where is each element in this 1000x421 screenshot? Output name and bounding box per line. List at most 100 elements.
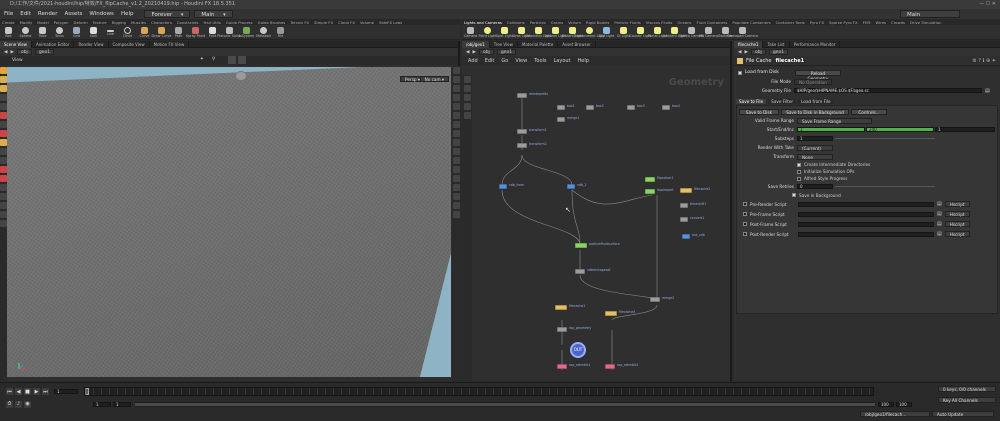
timeline-ruler[interactable] <box>84 387 874 396</box>
shelf-tab[interactable]: Particle Fluids <box>614 20 640 25</box>
node-vdb-from[interactable] <box>499 184 507 189</box>
pre-render-checkbox[interactable] <box>743 202 747 206</box>
tool-curve[interactable]: Curve <box>136 27 153 38</box>
ghost-tool-icon[interactable] <box>0 202 7 209</box>
post-render-input[interactable] <box>798 231 934 237</box>
tab-scene-view[interactable]: Scene View <box>0 40 32 48</box>
curve-tool-icon[interactable] <box>0 193 7 200</box>
node-out-vdb[interactable] <box>682 234 690 239</box>
path-obj[interactable]: obj <box>16 49 32 55</box>
back-icon[interactable]: ◀ <box>466 50 469 55</box>
step-back-icon[interactable]: ◀ <box>15 388 22 395</box>
jump-start-icon[interactable]: ⏮ <box>6 388 13 395</box>
3d-viewport[interactable]: Persp ▾ No cam ▾ <box>7 67 451 377</box>
path-geo1[interactable]: geo1 <box>34 49 55 55</box>
script-browse-icon[interactable]: ▤ <box>937 221 942 227</box>
forward-icon[interactable]: ▶ <box>10 50 13 55</box>
node-filecache3[interactable] <box>605 311 617 316</box>
tool-tube[interactable]: Tube <box>34 27 51 38</box>
network-graph[interactable] <box>472 75 730 379</box>
range-start2-input[interactable]: 1 <box>113 401 131 407</box>
tab-take-list[interactable]: Take List <box>763 40 790 48</box>
snap-icon[interactable]: ✦ <box>200 57 204 62</box>
create-dirs-checkbox[interactable] <box>797 162 801 167</box>
shelf-tab[interactable]: Modify <box>20 20 33 25</box>
post-render-lang[interactable]: Hscript <box>944 231 970 237</box>
tab-composite-view[interactable]: Composite View <box>109 40 150 48</box>
node-deleteprefix[interactable] <box>517 93 527 98</box>
scale-tool-icon[interactable] <box>0 94 7 101</box>
back-icon[interactable]: ◀ <box>738 50 741 55</box>
tool-env-light[interactable]: Environment Light <box>574 27 605 38</box>
node-filecache1[interactable] <box>555 305 567 310</box>
pre-render-lang[interactable]: Hscript <box>944 201 970 207</box>
save-background-button[interactable]: Save to Disk in Background <box>781 108 849 115</box>
tool-file[interactable]: File <box>272 27 289 38</box>
shelf-tab[interactable]: Vellum <box>568 20 581 25</box>
node-transform1[interactable] <box>517 129 527 134</box>
shelf-tab[interactable]: Create <box>2 20 15 25</box>
path-geo1[interactable]: geo1 <box>768 49 789 55</box>
net-menu-add[interactable]: Add <box>468 58 478 64</box>
path-geo1[interactable]: geo1 <box>496 49 517 55</box>
menu-edit[interactable]: Edit <box>20 11 31 17</box>
net-menu-tools[interactable]: Tools <box>534 58 546 64</box>
node-box4[interactable] <box>662 105 670 110</box>
tab-network[interactable]: /obj/geo1 <box>462 40 490 48</box>
transform-dropdown[interactable]: None <box>797 153 833 160</box>
node-dopimport[interactable] <box>645 189 655 194</box>
node-box1[interactable] <box>557 105 565 110</box>
file-mode-dropdown[interactable]: No Operation <box>794 78 832 85</box>
save-retries-slider[interactable] <box>835 186 935 187</box>
shelf-tab[interactable]: Wires <box>876 20 887 25</box>
audio-icon[interactable]: ♪ <box>15 400 22 408</box>
xray-icon[interactable] <box>452 166 460 173</box>
param-header-icons[interactable]: ⚙ ? ℹ ⊕ ✦ <box>972 58 996 64</box>
shadows-icon[interactable] <box>452 121 460 128</box>
forward-icon[interactable]: ▶ <box>744 50 747 55</box>
points-icon[interactable] <box>452 94 460 101</box>
key-all-channels-button[interactable]: Key All Channels <box>938 397 996 403</box>
shelf-tab[interactable]: Guide Process <box>226 20 253 25</box>
alfred-checkbox[interactable] <box>797 176 801 181</box>
menu-render[interactable]: Render <box>38 11 58 17</box>
substeps-slider[interactable] <box>835 138 935 139</box>
fog-icon[interactable] <box>452 157 460 164</box>
net-menu-help[interactable]: Help <box>578 58 589 64</box>
select-tool-icon[interactable] <box>0 67 7 74</box>
net-tool-icon[interactable] <box>463 112 471 119</box>
tab-render-view[interactable]: Render View <box>74 40 109 48</box>
valid-range-dropdown[interactable]: Save Frame Range <box>797 117 872 124</box>
net-menu-view[interactable]: View <box>515 58 527 64</box>
pre-frame-lang[interactable]: Hscript <box>944 211 970 217</box>
net-tool-icon[interactable] <box>463 94 471 101</box>
shelf-tab[interactable]: Sparse Pyro FX <box>829 20 858 25</box>
tool-vr-camera[interactable]: VR Camera <box>699 27 718 38</box>
tab-filecache1[interactable]: filecache1 <box>734 40 764 48</box>
geometry-file-input[interactable]: $HIP/geo/$HIPNAME.$OS.$F.bgeo.sc <box>794 88 982 93</box>
node-path-status[interactable]: /obj/geo1/filecach... <box>860 411 930 417</box>
shelf-tab[interactable]: FEM <box>863 20 871 25</box>
node-merge2[interactable] <box>650 297 660 302</box>
shelf-tab[interactable]: Drive Simulation <box>910 20 942 25</box>
tool-draw-curve[interactable]: Draw Curve <box>152 27 171 38</box>
shelf-tab[interactable]: Viscous Fluids <box>646 20 673 25</box>
menu-help[interactable]: Help <box>121 11 134 17</box>
net-menu-layout[interactable]: Layout <box>554 58 571 64</box>
net-tool-icon[interactable] <box>463 76 471 83</box>
tool-path[interactable]: Path <box>170 27 187 38</box>
node-box2[interactable] <box>586 105 594 110</box>
shelf-tab[interactable]: Container Tools <box>776 20 805 25</box>
net-menu-go[interactable]: Go <box>501 58 508 64</box>
tool-grid[interactable]: Grid <box>68 27 85 38</box>
subtab-save-filter[interactable]: Save Filter <box>768 98 797 104</box>
node-convert1[interactable] <box>680 217 688 222</box>
node-particlefluidsurface[interactable] <box>575 243 587 248</box>
range-slider[interactable] <box>135 401 875 407</box>
shelf-tab[interactable]: Grains <box>551 20 563 25</box>
node-merge1[interactable] <box>557 117 565 122</box>
node-filecache2[interactable] <box>680 188 692 193</box>
tool-stereo-camera[interactable]: Stereo Camera <box>679 27 704 38</box>
stop-icon[interactable]: ■ <box>24 388 31 395</box>
save-retries-input[interactable]: 0 <box>797 184 833 189</box>
